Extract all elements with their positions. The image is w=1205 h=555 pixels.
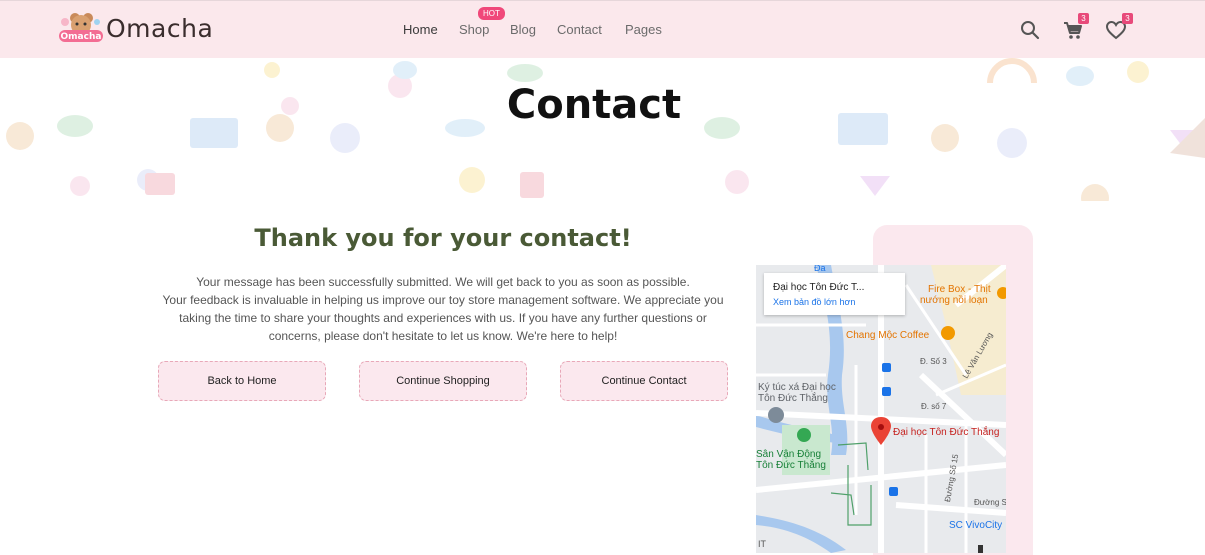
view-larger-map-link[interactable]: Xem bản đồ lớn hơn	[773, 297, 855, 307]
hot-badge: HOT	[478, 7, 505, 20]
nav-blog[interactable]: Blog	[510, 22, 536, 37]
thanks-line: Your feedback is invaluable in helping u…	[162, 293, 724, 307]
thanks-line: taking the time to share your thoughts a…	[179, 311, 707, 325]
logo-text[interactable]: Omacha	[106, 14, 213, 43]
map-label: SC VivoCity	[949, 520, 1003, 531]
toy-pattern-background	[6, 58, 1205, 201]
cart-count-badge: 3	[1078, 13, 1089, 24]
wishlist-count-badge: 3	[1122, 13, 1133, 24]
thanks-message: Your message has been successfully submi…	[150, 273, 736, 345]
map-label: Đường Số	[974, 498, 1006, 507]
map-label: Chang Mộc Coffee	[846, 330, 930, 341]
continue-shopping-label: Continue Shopping	[396, 375, 490, 387]
thanks-line: concerns, please don't hesitate to let u…	[268, 329, 618, 343]
back-to-home-label: Back to Home	[207, 375, 277, 387]
map-label: Ký túc xá Đại học	[758, 382, 836, 393]
map-label: Tôn Đức Thắng	[758, 393, 828, 404]
page-banner: Contact	[0, 58, 1205, 201]
back-to-home-button[interactable]: Back to Home	[158, 361, 326, 401]
site-header: Omacha Omacha Home Shop Blog Contact Pag…	[0, 0, 1205, 58]
continue-contact-button[interactable]: Continue Contact	[560, 361, 728, 401]
page-title: Contact	[506, 82, 682, 128]
map-label: Tôn Đức Thắng	[756, 460, 826, 471]
map-label: IT	[758, 539, 766, 549]
nav-contact[interactable]: Contact	[557, 22, 602, 37]
thanks-heading: Thank you for your contact!	[254, 224, 632, 252]
map-label: Sân Vận Động	[756, 449, 822, 460]
map-label: Đ. số 7	[921, 402, 947, 411]
search-icon[interactable]	[1019, 19, 1041, 41]
map-place-name: Đại học Tôn Đức T...	[773, 282, 865, 293]
google-map[interactable]: Đa Fire Box - Thịt nướng nồi loạn Chang …	[756, 265, 1006, 553]
map-label: nướng nồi loạn	[920, 295, 988, 306]
continue-contact-label: Continue Contact	[601, 375, 687, 387]
map-label: Fire Box - Thịt	[928, 284, 991, 295]
logo-badge-text: Omacha	[61, 32, 102, 42]
map-place-card: Đại học Tôn Đức T... Xem bản đồ lớn hơn	[764, 273, 905, 315]
map-pin-label: Đại học Tôn Đức Thắng	[893, 427, 1000, 438]
thanks-line: Your message has been successfully submi…	[196, 275, 690, 289]
nav-home[interactable]: Home	[403, 22, 438, 37]
nav-shop[interactable]: Shop	[459, 22, 489, 37]
map-label: Đ. Số 3	[920, 357, 947, 366]
logo-badge[interactable]: Omacha	[57, 10, 105, 48]
nav-pages[interactable]: Pages	[625, 22, 662, 37]
continue-shopping-button[interactable]: Continue Shopping	[359, 361, 527, 401]
